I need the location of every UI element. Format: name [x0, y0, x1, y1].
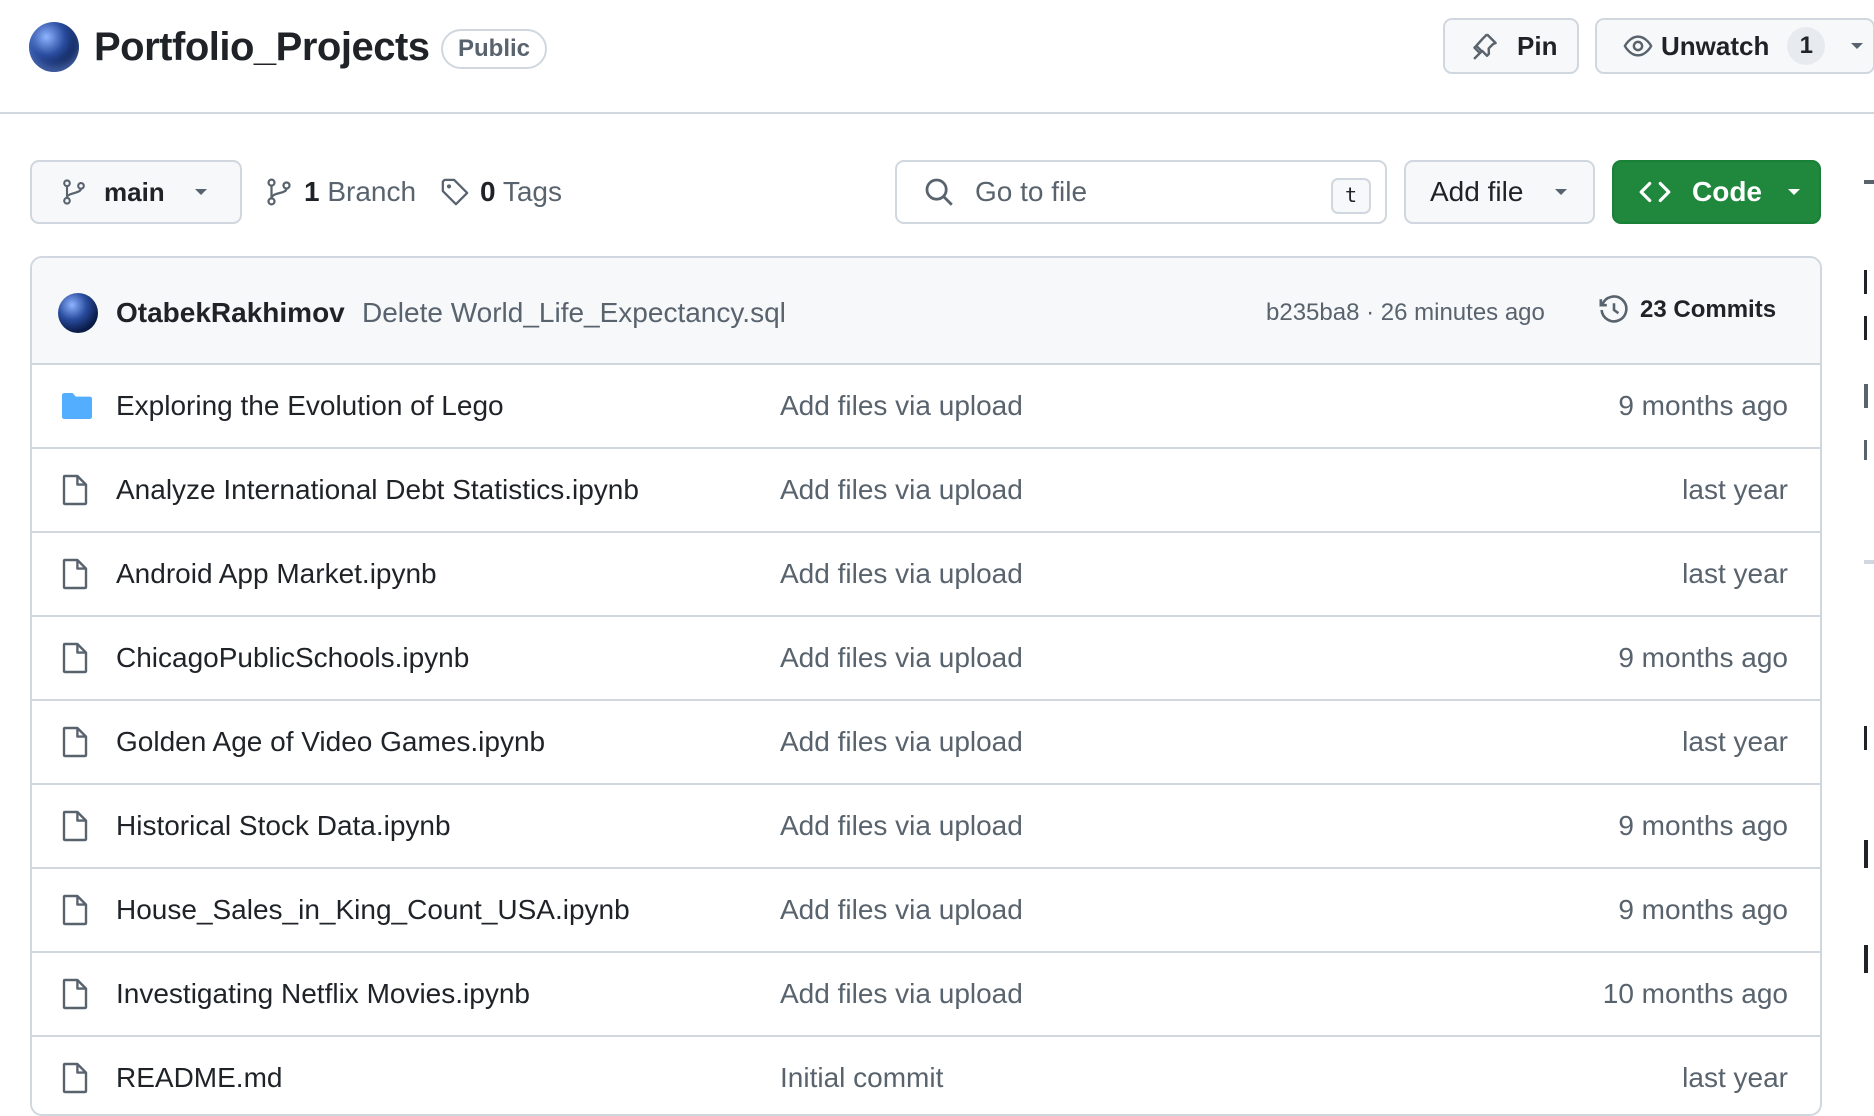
sidebar-edge-fragment	[1864, 560, 1874, 564]
pin-icon	[1473, 33, 1497, 60]
file-commit-time: last year	[1682, 474, 1788, 505]
file-icon	[60, 978, 90, 1015]
file-commit-message[interactable]: Add files via upload	[780, 387, 1023, 425]
commits-link[interactable]: 23 Commits	[1598, 292, 1776, 328]
file-commit-message[interactable]: Add files via upload	[780, 975, 1023, 1013]
code-icon	[1639, 181, 1671, 203]
file-name-link[interactable]: House_Sales_in_King_Count_USA.ipynb	[116, 891, 630, 929]
file-row[interactable]: ChicagoPublicSchools.ipynb Add files via …	[32, 617, 1820, 701]
file-icon	[60, 726, 90, 763]
branch-count-label: Branch	[327, 176, 417, 207]
sidebar-edge-fragment	[1864, 840, 1868, 868]
tags-link[interactable]: 0 Tags	[440, 160, 562, 224]
git-branch-icon	[63, 179, 85, 205]
file-name-link[interactable]: ChicagoPublicSchools.ipynb	[116, 639, 469, 677]
file-name-link[interactable]: Golden Age of Video Games.ipynb	[116, 723, 545, 761]
file-commit-time: last year	[1682, 558, 1788, 589]
search-icon	[925, 178, 953, 206]
file-row[interactable]: Investigating Netflix Movies.ipynb Add fi…	[32, 953, 1820, 1037]
chevron-down-icon	[1555, 189, 1568, 195]
file-name-link[interactable]: README.md	[116, 1059, 282, 1097]
unwatch-label: Unwatch	[1661, 30, 1770, 61]
chevron-down-icon	[1851, 43, 1864, 49]
file-commit-message[interactable]: Add files via upload	[780, 807, 1023, 845]
file-commit-message[interactable]: Add files via upload	[780, 723, 1023, 761]
repo-title[interactable]: Portfolio_Projects	[94, 22, 430, 72]
file-name-link[interactable]: Analyze International Debt Statistics.ip…	[116, 471, 639, 509]
file-name-link[interactable]: Exploring the Evolution of Lego	[116, 387, 504, 425]
file-commit-time: 9 months ago	[1618, 894, 1788, 925]
branch-name: main	[104, 176, 165, 207]
chevron-down-icon	[1788, 189, 1800, 195]
chevron-down-icon	[194, 189, 207, 195]
branch-selector[interactable]: main	[30, 160, 242, 224]
file-table: OtabekRakhimov Delete World_Life_Expecta…	[30, 256, 1822, 1116]
file-commit-time: 9 months ago	[1618, 810, 1788, 841]
file-row[interactable]: Exploring the Evolution of Lego Add files…	[32, 365, 1820, 449]
file-icon	[60, 894, 90, 931]
file-icon	[60, 1062, 90, 1099]
file-name-link[interactable]: Investigating Netflix Movies.ipynb	[116, 975, 530, 1013]
author-avatar[interactable]	[58, 293, 98, 333]
file-commit-message[interactable]: Add files via upload	[780, 555, 1023, 593]
file-row[interactable]: House_Sales_in_King_Count_USA.ipynb Add f…	[32, 869, 1820, 953]
commit-sha-time[interactable]: b235ba8 · 26 minutes ago	[1266, 296, 1545, 330]
latest-commit-bar: OtabekRakhimov Delete World_Life_Expecta…	[32, 258, 1820, 365]
sidebar-edge-fragment	[1864, 384, 1868, 408]
file-row[interactable]: README.md Initial commit last year	[32, 1037, 1820, 1114]
file-commit-message[interactable]: Initial commit	[780, 1059, 943, 1097]
file-commit-message[interactable]: Add files via upload	[780, 639, 1023, 677]
sidebar-edge-fragment	[1864, 316, 1867, 340]
owner-avatar[interactable]	[29, 22, 79, 72]
file-row[interactable]: Golden Age of Video Games.ipynb Add files…	[32, 701, 1820, 785]
commit-author[interactable]: OtabekRakhimov	[116, 294, 345, 332]
file-commit-time: 9 months ago	[1618, 390, 1788, 421]
code-label: Code	[1692, 176, 1762, 207]
file-icon	[60, 558, 90, 595]
tag-count-label: Tags	[502, 176, 563, 207]
git-branch-icon	[267, 178, 291, 206]
file-row[interactable]: Android App Market.ipynb Add files via up…	[32, 533, 1820, 617]
sidebar-edge-fragment	[1864, 726, 1867, 750]
file-row[interactable]: Analyze International Debt Statistics.ip…	[32, 449, 1820, 533]
shortcut-hint: t	[1331, 178, 1371, 214]
branch-count: 1	[304, 176, 320, 207]
sidebar-edge-fragment	[1864, 270, 1867, 294]
file-row[interactable]: Historical Stock Data.ipynb Add files via…	[32, 785, 1820, 869]
file-commit-message[interactable]: Add files via upload	[780, 471, 1023, 509]
unwatch-button[interactable]: Unwatch 1	[1595, 18, 1874, 74]
file-commit-message[interactable]: Add files via upload	[780, 891, 1023, 929]
visibility-badge: Public	[441, 29, 548, 69]
sidebar-edge-fragment	[1864, 440, 1867, 460]
file-name-link[interactable]: Historical Stock Data.ipynb	[116, 807, 451, 845]
history-icon	[1599, 295, 1628, 323]
go-to-file-input[interactable]: Go to file t	[895, 160, 1387, 224]
file-name-link[interactable]: Android App Market.ipynb	[116, 555, 437, 593]
file-icon	[60, 474, 90, 511]
file-icon	[60, 810, 90, 847]
file-commit-time: 9 months ago	[1618, 642, 1788, 673]
file-commit-time: last year	[1682, 726, 1788, 757]
sidebar-edge-fragment	[1864, 180, 1874, 184]
pin-button[interactable]: Pin	[1443, 18, 1579, 74]
tag-count: 0	[480, 176, 496, 207]
sidebar-edge-fragment	[1864, 945, 1868, 973]
tag-icon	[441, 178, 469, 206]
watch-counter: 1	[1787, 27, 1826, 65]
code-button[interactable]: Code	[1612, 160, 1821, 224]
pin-label: Pin	[1517, 30, 1558, 61]
file-commit-time: 10 months ago	[1602, 978, 1788, 1009]
commits-count: 23 Commits	[1640, 296, 1777, 323]
repo-header: Portfolio_Projects Public Pin Unwatch 1	[0, 0, 1874, 114]
file-commit-time: last year	[1682, 1062, 1788, 1093]
search-placeholder: Go to file	[975, 176, 1088, 207]
add-file-button[interactable]: Add file	[1404, 160, 1595, 224]
file-icon	[60, 642, 90, 679]
commit-message[interactable]: Delete World_Life_Expectancy.sql	[362, 294, 786, 332]
folder-icon	[60, 391, 94, 426]
branches-link[interactable]: 1 Branch	[264, 160, 416, 224]
eye-icon	[1623, 35, 1653, 57]
add-file-label: Add file	[1430, 176, 1524, 207]
